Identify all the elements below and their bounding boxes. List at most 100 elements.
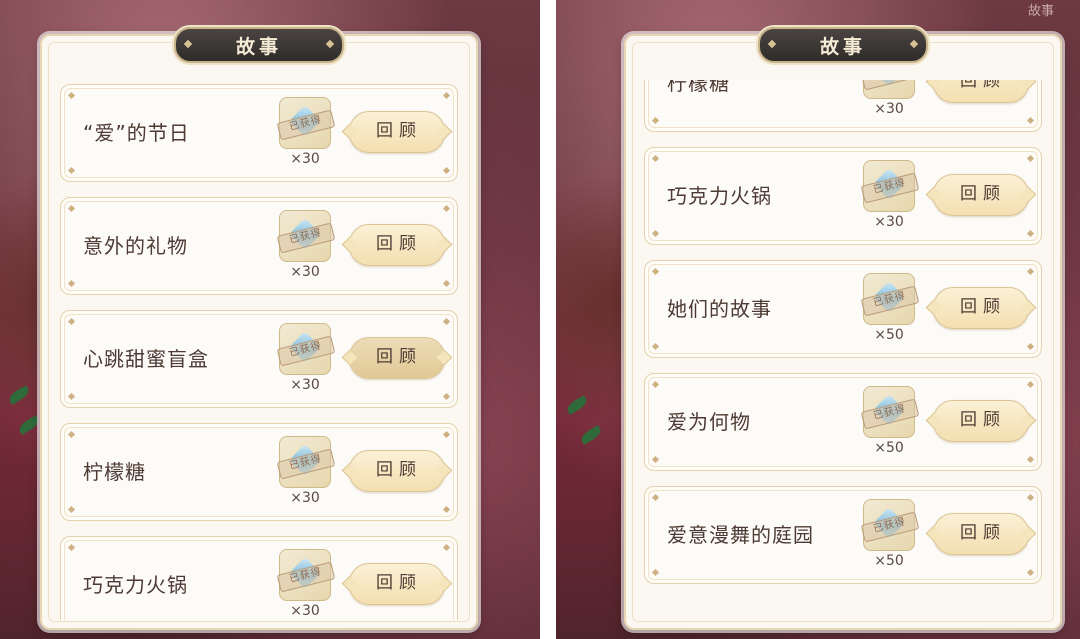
story-card: 巧克力火锅 已获得 ×30 回顾 xyxy=(60,536,458,620)
review-button-label: 回顾 xyxy=(376,573,422,592)
story-title: 爱意漫舞的庭园 xyxy=(667,523,814,547)
gem-reward-icon: 已获得 xyxy=(860,160,920,212)
reward-count: ×30 xyxy=(874,214,904,230)
reward: 已获得 ×30 xyxy=(276,436,336,512)
sparkle-icon xyxy=(442,392,451,401)
reward: 已获得 ×50 xyxy=(860,499,920,575)
story-title: 她们的故事 xyxy=(667,297,772,321)
sparkle-icon xyxy=(67,279,76,288)
right-screen: 故事 故事 柠檬糖 已获得 ×30 回顾 xyxy=(556,0,1080,639)
reward: 已获得 ×50 xyxy=(860,273,920,349)
sparkle-icon xyxy=(67,392,76,401)
obtained-stamp: 已获得 xyxy=(860,80,920,91)
story-title: 心跳甜蜜盲盒 xyxy=(83,347,209,371)
sparkle-icon xyxy=(651,568,660,577)
sparkle-icon xyxy=(651,267,660,276)
gem-reward-icon: 已获得 xyxy=(276,210,336,262)
review-button-label: 回顾 xyxy=(376,121,422,140)
story-title: 柠檬糖 xyxy=(667,80,730,95)
sparkle-icon xyxy=(442,204,451,213)
sparkle-icon xyxy=(67,430,76,439)
review-button-label: 回顾 xyxy=(960,297,1006,316)
review-button[interactable]: 回顾 xyxy=(933,400,1029,442)
sparkle-icon xyxy=(1026,116,1035,125)
sparkle-icon xyxy=(442,543,451,552)
review-button[interactable]: 回顾 xyxy=(933,80,1029,103)
story-card: 柠檬糖 已获得 ×30 回顾 xyxy=(60,423,458,521)
sparkle-icon xyxy=(67,543,76,552)
story-title: 巧克力火锅 xyxy=(83,573,188,597)
story-card: “爱”的节日 已获得 ×30 回顾 xyxy=(60,84,458,182)
review-button-label: 回顾 xyxy=(376,347,422,366)
story-dialog: 故事 “爱”的节日 已获得 ×30 回顾 意外的礼物 已获得 ×30 回顾 心跳… xyxy=(40,27,478,630)
review-button-label: 回顾 xyxy=(960,410,1006,429)
reward: 已获得 ×30 xyxy=(276,210,336,286)
reward: 已获得 ×30 xyxy=(276,97,336,173)
sparkle-icon xyxy=(651,116,660,125)
story-list[interactable]: “爱”的节日 已获得 ×30 回顾 意外的礼物 已获得 ×30 回顾 心跳甜蜜盲… xyxy=(56,76,462,620)
review-button[interactable]: 回顾 xyxy=(933,287,1029,329)
gem-reward-icon: 已获得 xyxy=(860,499,920,551)
reward-count: ×30 xyxy=(874,101,904,117)
sparkle-icon xyxy=(1026,455,1035,464)
story-title: 意外的礼物 xyxy=(83,234,188,258)
reward: 已获得 ×30 xyxy=(860,80,920,123)
reward: 已获得 ×30 xyxy=(860,160,920,236)
review-button-label: 回顾 xyxy=(376,234,422,253)
dialog-title: 故事 xyxy=(174,27,344,63)
story-title: 柠檬糖 xyxy=(83,460,146,484)
reward-count: ×30 xyxy=(290,264,320,280)
review-button-label: 回顾 xyxy=(960,80,1006,90)
reward: 已获得 ×30 xyxy=(276,549,336,620)
corner-label: 故事 xyxy=(1027,4,1054,19)
sparkle-icon xyxy=(442,91,451,100)
gem-reward-icon: 已获得 xyxy=(276,436,336,488)
reward-count: ×30 xyxy=(290,377,320,393)
gem-reward-icon: 已获得 xyxy=(276,549,336,601)
sparkle-icon xyxy=(1026,568,1035,577)
left-screen: 故事 “爱”的节日 已获得 ×30 回顾 意外的礼物 已获得 ×30 回顾 心跳… xyxy=(0,0,540,639)
gem-reward-icon: 已获得 xyxy=(276,97,336,149)
story-dialog: 故事 柠檬糖 已获得 ×30 回顾 xyxy=(624,27,1062,630)
sparkle-icon xyxy=(67,166,76,175)
review-button[interactable]: 回顾 xyxy=(933,513,1029,555)
sparkle-icon xyxy=(651,380,660,389)
story-list[interactable]: 柠檬糖 已获得 ×30 回顾 巧克力火锅 xyxy=(640,80,1046,620)
review-button-label: 回顾 xyxy=(960,523,1006,542)
review-button[interactable]: 回顾 xyxy=(349,111,445,153)
gem-reward-icon: 已获得 xyxy=(276,323,336,375)
story-card: 意外的礼物 已获得 ×30 回顾 xyxy=(60,197,458,295)
story-card: 爱为何物 已获得 ×50 回顾 xyxy=(644,373,1042,471)
reward-count: ×30 xyxy=(290,603,320,619)
review-button[interactable]: 回顾 xyxy=(349,450,445,492)
review-button-label: 回顾 xyxy=(960,184,1006,203)
sparkle-icon xyxy=(1026,342,1035,351)
review-button[interactable]: 回顾 xyxy=(349,563,445,605)
story-title: 巧克力火锅 xyxy=(667,184,772,208)
sparkle-icon xyxy=(1026,154,1035,163)
sparkle-icon xyxy=(442,317,451,326)
sparkle-icon xyxy=(651,455,660,464)
sparkle-icon xyxy=(651,229,660,238)
sparkle-icon xyxy=(67,204,76,213)
review-button[interactable]: 回顾 xyxy=(933,174,1029,216)
story-card: 爱意漫舞的庭园 已获得 ×50 回顾 xyxy=(644,486,1042,584)
review-button[interactable]: 回顾 xyxy=(349,224,445,266)
reward-count: ×30 xyxy=(290,151,320,167)
story-card: 她们的故事 已获得 ×50 回顾 xyxy=(644,260,1042,358)
reward-count: ×50 xyxy=(874,440,904,456)
review-button[interactable]: 回顾 xyxy=(349,337,445,379)
reward-count: ×30 xyxy=(290,490,320,506)
story-card: 柠檬糖 已获得 ×30 回顾 xyxy=(644,80,1042,132)
sparkle-icon xyxy=(67,91,76,100)
sparkle-icon xyxy=(651,493,660,502)
sparkle-icon xyxy=(1026,493,1035,502)
sparkle-icon xyxy=(651,154,660,163)
sparkle-icon xyxy=(651,342,660,351)
reward-count: ×50 xyxy=(874,553,904,569)
sparkle-icon xyxy=(67,317,76,326)
sparkle-icon xyxy=(1026,380,1035,389)
sparkle-icon xyxy=(1026,267,1035,276)
sparkle-icon xyxy=(442,279,451,288)
story-title: “爱”的节日 xyxy=(83,121,190,145)
